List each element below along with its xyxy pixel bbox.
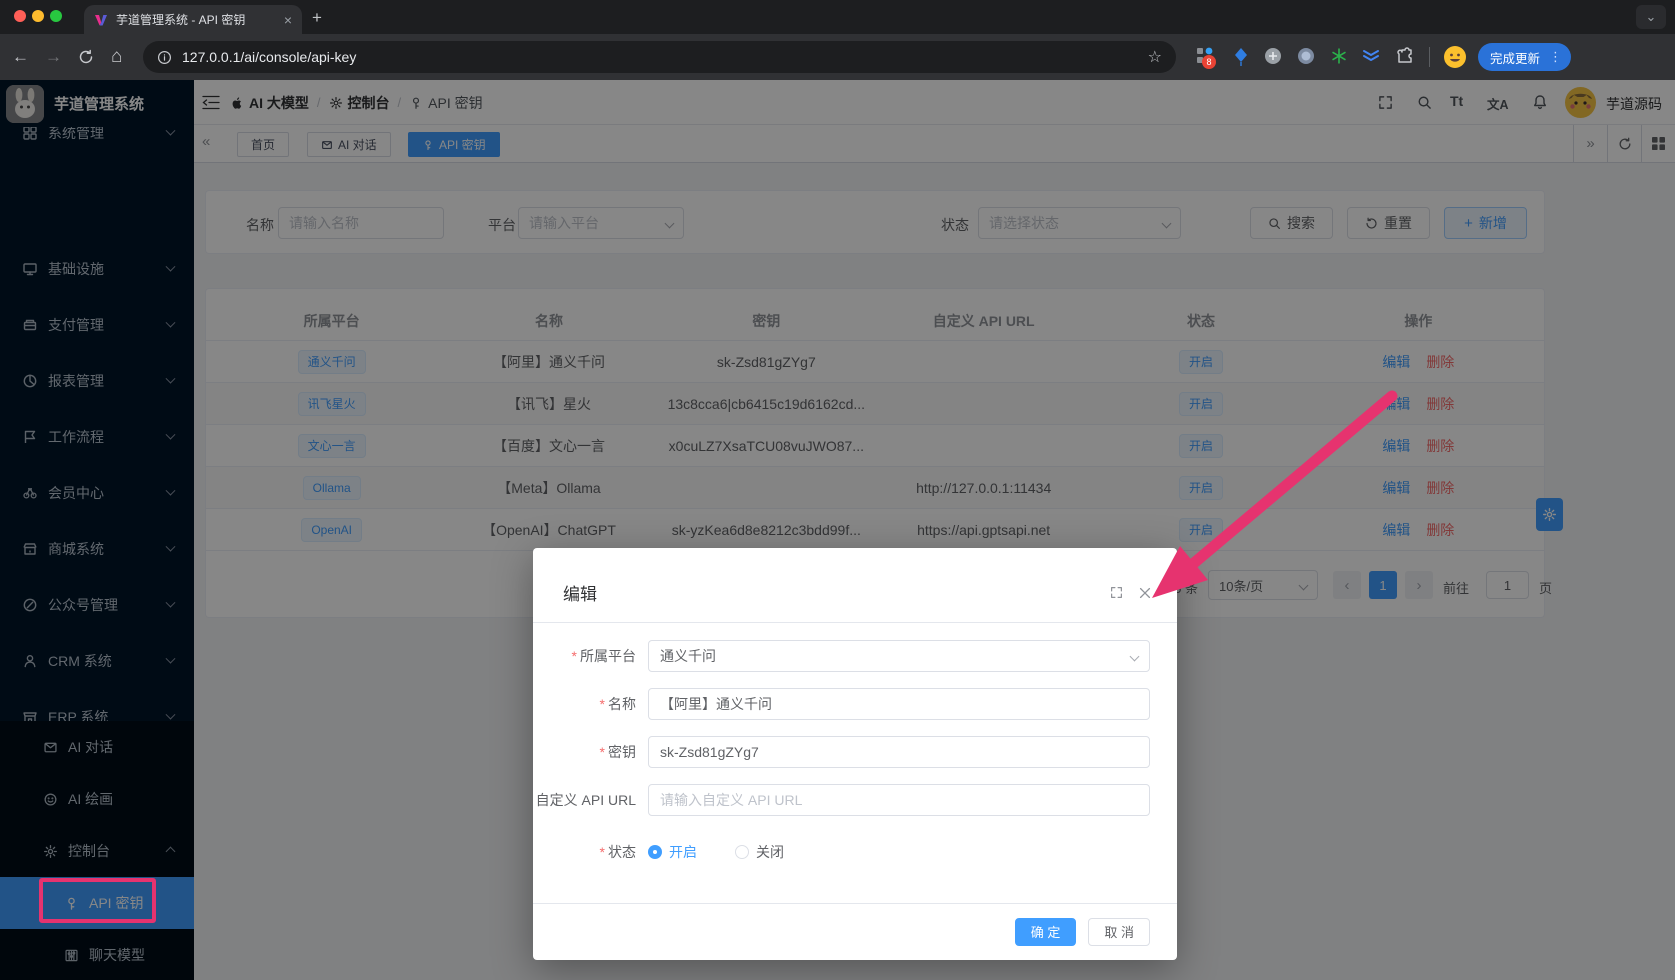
browser-menu-chevron[interactable]: ⌄ [1636,5,1666,29]
tab-close-icon[interactable]: × [284,12,292,28]
back-icon[interactable]: ← [12,34,29,80]
browser-tab[interactable]: 芋道管理系统 - API 密钥 × [84,5,302,34]
field-label: 自定义 API URL [533,790,648,810]
site-info-icon[interactable] [157,50,172,65]
radio-off-label[interactable]: 关闭 [756,842,784,862]
dialog-footer: 确 定 取 消 [533,903,1177,960]
tab-title: 芋道管理系统 - API 密钥 [116,11,276,28]
forward-icon[interactable]: → [45,34,62,80]
dialog-form: *所属平台 通义千问 *名称 *密钥 自定义 API URL *状态 开启 关闭 [533,622,1177,862]
pinned-extension-icon[interactable]: 8 [1196,47,1214,65]
bookmark-star-icon[interactable]: ☆ [1148,47,1162,67]
more-menu-icon[interactable]: ⋮ [1546,49,1565,65]
cancel-button[interactable]: 取 消 [1088,918,1150,946]
annotation-highlight-box [39,878,156,923]
home-icon[interactable]: ⌂ [111,34,122,80]
blue-circle-extension-icon[interactable] [1297,47,1315,65]
form-row-status: *状态 开启 关闭 [533,842,1177,862]
name-input[interactable] [648,688,1150,720]
key-input[interactable] [648,736,1150,768]
confirm-button[interactable]: 确 定 [1015,918,1077,946]
traffic-light-close[interactable] [14,10,26,22]
extension-badge: 8 [1202,55,1216,69]
edit-dialog: 编辑 *所属平台 通义千问 *名称 *密钥 自定义 API URL *状态 开启 [533,548,1177,960]
profile-avatar[interactable] [1443,45,1467,69]
dialog-title: 编辑 [563,580,597,605]
browser-toolbar: ← → ⌂ 127.0.0.1/ai/console/api-key ☆ 8 完… [0,34,1675,80]
kite-extension-icon[interactable] [1232,47,1250,67]
required-mark: * [600,744,605,760]
required-mark: * [572,648,577,664]
field-label: *名称 [533,694,648,714]
green-star-extension-icon[interactable] [1330,47,1348,65]
traffic-light-minimize[interactable] [32,10,44,22]
update-label: 完成更新 [1490,48,1540,67]
radio-on-label[interactable]: 开启 [669,842,697,862]
field-label: *状态 [533,842,648,862]
toolbar-divider [1429,47,1430,67]
radio-on[interactable] [648,845,662,859]
required-mark: * [600,844,605,860]
favicon [94,13,108,27]
select-value: 通义千问 [660,646,716,666]
form-row-name: *名称 [533,688,1150,720]
annotation-arrow [1100,380,1420,620]
browser-tabstrip: 芋道管理系统 - API 密钥 × + ⌄ [0,0,1675,34]
reload-icon[interactable] [78,49,94,65]
required-mark: * [600,696,605,712]
radio-off[interactable] [735,845,749,859]
address-bar[interactable]: 127.0.0.1/ai/console/api-key ☆ [143,41,1176,73]
form-row-url: 自定义 API URL [533,784,1150,816]
platform-select[interactable]: 通义千问 [648,640,1150,672]
field-label: *密钥 [533,742,648,762]
chrome-update-button[interactable]: 完成更新 ⋮ [1478,43,1571,71]
new-tab-button[interactable]: + [312,8,322,28]
url-text[interactable]: 127.0.0.1/ai/console/api-key [182,49,1138,65]
layers-extension-icon[interactable] [1362,47,1380,63]
gray-circle-extension-icon[interactable] [1264,47,1282,65]
traffic-light-zoom[interactable] [50,10,62,22]
puzzle-extensions-icon[interactable] [1396,47,1414,65]
custom-api-url-input[interactable] [648,784,1150,816]
form-row-key: *密钥 [533,736,1150,768]
field-label: *所属平台 [533,646,648,666]
chevron-down-icon [1130,651,1140,661]
form-row-platform: *所属平台 通义千问 [533,640,1150,672]
